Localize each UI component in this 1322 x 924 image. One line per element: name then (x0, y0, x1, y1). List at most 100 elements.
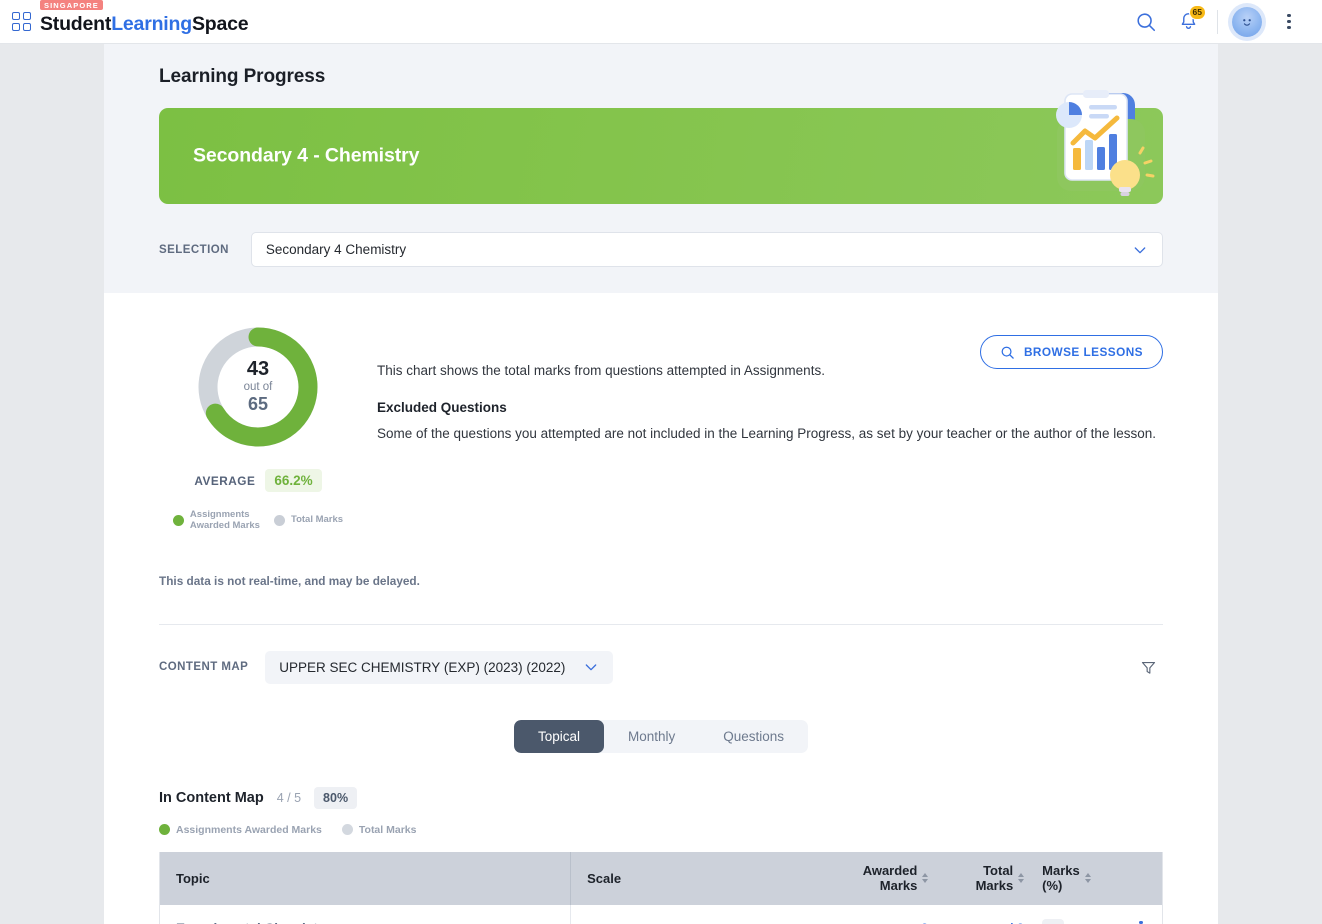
average-label: AVERAGE (194, 473, 256, 488)
singapore-badge: SINGAPORE (40, 0, 103, 11)
browse-lessons-button[interactable]: BROWSE LESSONS (979, 335, 1163, 369)
tab-topical[interactable]: Topical (513, 719, 604, 753)
more-options-button[interactable] (1268, 0, 1310, 44)
toolbar-divider (1217, 9, 1218, 34)
progress-summary: 43 out of 65 AVERAGE 66.2% Assignments A… (159, 315, 1163, 532)
column-header-awarded-marks[interactable]: Awarded Marks (827, 852, 933, 905)
pct-line1: Marks (1042, 863, 1080, 879)
brand-word-student: Student (40, 13, 112, 36)
brand-word-space: Space (191, 13, 249, 36)
excluded-questions-body: Some of the questions you attempted are … (377, 426, 1156, 441)
column-header-total-marks-label: Total Marks (976, 863, 1014, 894)
brand-logo[interactable]: SINGAPORE StudentLearningSpace (0, 0, 249, 36)
donut-chart-block: 43 out of 65 AVERAGE 66.2% Assignments A… (159, 315, 357, 532)
average-row: AVERAGE 66.2% (194, 469, 322, 492)
awarded-line1: Awarded (862, 863, 918, 879)
excluded-questions-heading: Excluded Questions (377, 400, 507, 415)
right-rail (1218, 44, 1322, 924)
cell-actions[interactable] (1120, 905, 1162, 924)
notifications-button[interactable]: 65 (1167, 0, 1209, 44)
selection-row: SELECTION Secondary 4 Chemistry (159, 232, 1163, 267)
selection-label: SELECTION (159, 243, 229, 256)
chevron-down-icon (586, 664, 597, 671)
total-marks-value: 65 (247, 394, 269, 414)
column-header-scale-label: Scale (587, 870, 622, 886)
cell-awarded-marks: 0 (827, 905, 933, 924)
out-of-label: out of (243, 381, 273, 393)
selection-dropdown[interactable]: Secondary 4 Chemistry (250, 232, 1163, 267)
realtime-disclaimer: This data is not real-time, and may be d… (159, 573, 420, 588)
legend-dot-awarded (172, 515, 184, 527)
sort-arrows-icon[interactable] (1084, 873, 1091, 884)
top-bar-actions: 65 (1125, 0, 1322, 44)
legend-label-total: Total Marks (290, 514, 344, 526)
column-header-awarded-marks-label: Awarded Marks (863, 863, 918, 894)
brand-title: StudentLearningSpace (40, 13, 249, 36)
column-header-marks-percent[interactable]: Marks (%) (1028, 852, 1120, 905)
table-legend-item-awarded: Assignments Awarded Marks (159, 824, 322, 836)
search-icon (1001, 346, 1014, 359)
column-header-total-marks[interactable]: Total Marks (932, 852, 1028, 905)
topics-table: Topic Scale Awarded Marks Total Marks Ma… (159, 851, 1163, 924)
column-header-topic[interactable]: Topic (160, 851, 572, 905)
main-content: Learning Progress Secondary 4 - Chemistr… (104, 44, 1218, 924)
table-legend-label-awarded: Assignments Awarded Marks (176, 823, 322, 836)
search-button[interactable] (1125, 0, 1167, 44)
filter-icon (1141, 661, 1155, 674)
legend-dot-total (273, 515, 285, 527)
awarded-marks-value: 43 (246, 358, 270, 380)
top-navigation-bar: SINGAPORE StudentLearningSpace 65 (0, 0, 1322, 44)
column-header-actions (1120, 852, 1162, 905)
left-rail (0, 44, 104, 924)
course-banner: Secondary 4 - Chemistry (159, 90, 1163, 204)
filter-button[interactable] (1133, 652, 1163, 682)
section-divider (159, 623, 1163, 625)
column-header-marks-percent-label: Marks (%) (1042, 863, 1080, 894)
browse-lessons-label: BROWSE LESSONS (1023, 345, 1143, 359)
progress-donut-chart: 43 out of 65 (194, 323, 322, 451)
more-vertical-icon[interactable] (1139, 920, 1143, 924)
cell-topic[interactable]: Experimental Chemistry (160, 904, 572, 924)
table-legend-label-total: Total Marks (358, 823, 417, 836)
avatar (1232, 6, 1262, 37)
donut-center-labels: 43 out of 65 (194, 323, 322, 451)
marks-percent-badge: - (1042, 918, 1065, 924)
profile-button[interactable] (1226, 0, 1268, 44)
progress-report-illustration (1056, 90, 1155, 196)
tab-questions[interactable]: Questions (699, 720, 808, 753)
search-icon (1137, 12, 1156, 31)
legend-label-awarded: Assignments Awarded Marks (189, 509, 260, 532)
in-content-map-percent: 80% (314, 786, 358, 809)
table-row: Experimental Chemistry - 0 / 0 - (160, 904, 1162, 924)
table-header-row: Topic Scale Awarded Marks Total Marks Ma… (160, 851, 1162, 905)
tab-monthly[interactable]: Monthly (604, 720, 699, 753)
in-content-map-row: In Content Map 4 / 5 80% (159, 786, 1163, 809)
average-percentage-badge: 66.2% (265, 469, 322, 492)
content-map-dropdown[interactable]: UPPER SEC CHEMISTRY (EXP) (2023) (2022) (265, 650, 614, 684)
notification-badge: 65 (1188, 4, 1206, 20)
progress-body: 43 out of 65 AVERAGE 66.2% Assignments A… (104, 293, 1218, 924)
cell-total-marks: / 0 (932, 905, 1028, 924)
column-header-topic-label: Topic (176, 870, 210, 886)
cell-scale: - (571, 905, 826, 924)
pct-line2: (%) (1042, 878, 1063, 894)
hero-section: Learning Progress Secondary 4 - Chemistr… (104, 44, 1218, 293)
sort-arrows-icon[interactable] (922, 873, 929, 884)
view-tabs: Topical Monthly Questions (159, 719, 1163, 753)
page-title: Learning Progress (159, 66, 326, 87)
more-vertical-icon (1287, 13, 1291, 30)
table-legend: Assignments Awarded Marks Total Marks (159, 824, 1163, 836)
legend-item-total: Total Marks (273, 514, 344, 527)
content-map-value: UPPER SEC CHEMISTRY (EXP) (2023) (2022) (279, 659, 566, 675)
legend-label-awarded-line1: Assignments (189, 509, 250, 520)
content-map-row: CONTENT MAP UPPER SEC CHEMISTRY (EXP) (2… (159, 650, 1163, 684)
legend-item-awarded: Assignments Awarded Marks (172, 509, 260, 532)
sort-arrows-icon[interactable] (1018, 873, 1025, 884)
avatar-face-icon (1243, 18, 1251, 26)
app-root: SINGAPORE StudentLearningSpace 65 Learni… (0, 0, 1322, 924)
legend-dot-awarded (159, 824, 170, 836)
column-header-scale[interactable]: Scale (571, 852, 826, 905)
course-banner-title: Secondary 4 - Chemistry (193, 144, 420, 167)
total-line1: Total (983, 863, 1014, 879)
chevron-down-icon (1134, 246, 1146, 253)
